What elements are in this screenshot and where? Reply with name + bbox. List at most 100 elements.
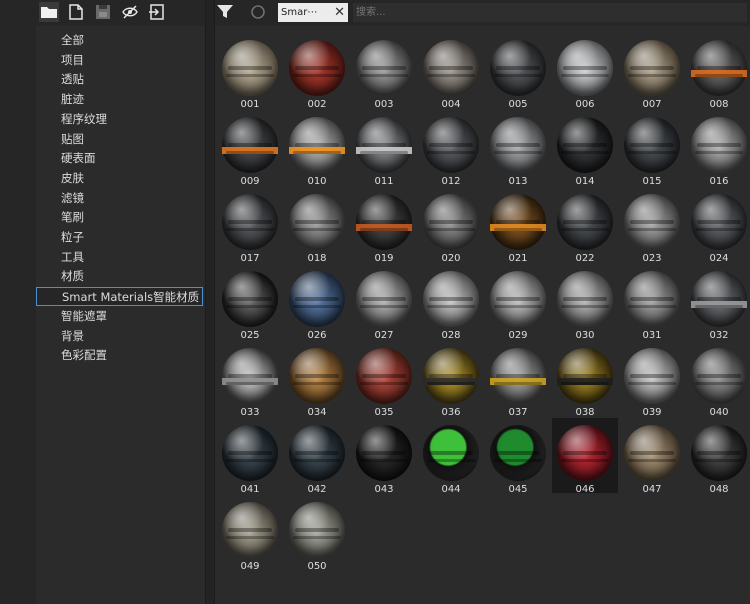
material-thumbnail[interactable]: 019 <box>351 187 417 264</box>
sidebar-category-item[interactable]: 智能遮罩 <box>36 307 203 326</box>
material-thumbnail[interactable]: 004 <box>418 33 484 110</box>
material-thumbnail[interactable]: 005 <box>485 33 551 110</box>
sidebar-category-item[interactable]: 背景 <box>36 327 203 346</box>
material-grid: 001 002 003 004 005 006 007 008 009 010 011 012 013 0… <box>215 30 750 604</box>
material-thumbnail[interactable]: 020 <box>418 187 484 264</box>
filter-icon[interactable] <box>215 2 235 22</box>
material-thumbnail[interactable]: 002 <box>284 33 350 110</box>
material-thumbnail[interactable]: 035 <box>351 341 417 418</box>
material-sphere <box>289 194 345 250</box>
sidebar-category-item[interactable]: 全部 <box>36 31 203 50</box>
sidebar-category-item[interactable]: 透贴 <box>36 70 203 89</box>
material-label: 028 <box>441 330 461 341</box>
material-thumbnail[interactable]: 036 <box>418 341 484 418</box>
material-thumbnail[interactable]: 018 <box>284 187 350 264</box>
material-thumbnail[interactable]: 046 <box>552 418 618 495</box>
material-sphere <box>490 194 546 250</box>
material-label: 035 <box>374 407 394 418</box>
sidebar-category-item[interactable]: 粒子 <box>36 228 203 247</box>
save-icon[interactable] <box>93 2 113 22</box>
material-sphere <box>423 425 479 481</box>
hide-icon[interactable] <box>120 2 140 22</box>
material-thumbnail[interactable]: 008 <box>686 33 750 110</box>
material-thumbnail[interactable]: 030 <box>552 264 618 341</box>
material-sphere <box>289 40 345 96</box>
sidebar-category-item[interactable]: 程序纹理 <box>36 110 203 129</box>
material-sphere <box>557 194 613 250</box>
material-thumbnail[interactable]: 027 <box>351 264 417 341</box>
material-label: 042 <box>307 484 327 495</box>
sidebar-category-item[interactable]: 工具 <box>36 248 203 267</box>
material-thumbnail[interactable]: 028 <box>418 264 484 341</box>
material-thumbnail[interactable]: 049 <box>217 495 283 572</box>
material-thumbnail[interactable]: 037 <box>485 341 551 418</box>
material-thumbnail[interactable]: 048 <box>686 418 750 495</box>
material-sphere <box>624 271 680 327</box>
material-thumbnail[interactable]: 007 <box>619 33 685 110</box>
sidebar-category-item[interactable]: 项目 <box>36 51 203 70</box>
material-thumbnail[interactable]: 001 <box>217 33 283 110</box>
material-label: 007 <box>642 99 662 110</box>
material-label: 008 <box>709 99 729 110</box>
sidebar-category-item[interactable]: 贴图 <box>36 130 203 149</box>
material-thumbnail[interactable]: 006 <box>552 33 618 110</box>
material-thumbnail[interactable]: 022 <box>552 187 618 264</box>
material-thumbnail[interactable]: 041 <box>217 418 283 495</box>
material-thumbnail[interactable]: 026 <box>284 264 350 341</box>
sidebar-category-item[interactable]: Smart Materials智能材质 <box>36 287 203 307</box>
filter-tag[interactable]: Smar⋯ ✕ <box>278 3 348 22</box>
material-label: 045 <box>508 484 528 495</box>
import-icon[interactable] <box>147 2 167 22</box>
material-thumbnail[interactable]: 045 <box>485 418 551 495</box>
sidebar-category-item[interactable]: 硬表面 <box>36 149 203 168</box>
material-thumbnail[interactable]: 033 <box>217 341 283 418</box>
material-thumbnail[interactable]: 032 <box>686 264 750 341</box>
material-thumbnail[interactable]: 040 <box>686 341 750 418</box>
material-thumbnail[interactable]: 029 <box>485 264 551 341</box>
material-thumbnail[interactable]: 031 <box>619 264 685 341</box>
material-thumbnail[interactable]: 024 <box>686 187 750 264</box>
material-thumbnail[interactable]: 044 <box>418 418 484 495</box>
material-stripe <box>490 378 546 385</box>
new-file-icon[interactable] <box>66 2 86 22</box>
material-sphere <box>222 502 278 558</box>
sidebar-category-item[interactable]: 笔刷 <box>36 208 203 227</box>
material-label: 022 <box>575 253 595 264</box>
material-label: 005 <box>508 99 528 110</box>
sidebar-category-item[interactable]: 皮肤 <box>36 169 203 188</box>
material-stripe <box>691 301 747 308</box>
material-label: 048 <box>709 484 729 495</box>
material-thumbnail[interactable]: 003 <box>351 33 417 110</box>
close-icon[interactable]: ✕ <box>334 3 345 22</box>
material-thumbnail[interactable]: 034 <box>284 341 350 418</box>
sidebar-category-item[interactable]: 脏迹 <box>36 90 203 109</box>
material-sphere <box>557 40 613 96</box>
sidebar-category-item[interactable]: 色彩配置 <box>36 346 203 365</box>
material-thumbnail[interactable]: 013 <box>485 110 551 187</box>
material-thumbnail[interactable]: 042 <box>284 418 350 495</box>
material-thumbnail[interactable]: 021 <box>485 187 551 264</box>
material-thumbnail[interactable]: 009 <box>217 110 283 187</box>
panel-splitter[interactable] <box>205 0 215 604</box>
material-thumbnail[interactable]: 050 <box>284 495 350 572</box>
material-thumbnail[interactable]: 010 <box>284 110 350 187</box>
search-input[interactable] <box>353 3 747 22</box>
sidebar-category-item[interactable]: 材质 <box>36 267 203 286</box>
material-thumbnail[interactable]: 012 <box>418 110 484 187</box>
material-thumbnail[interactable]: 011 <box>351 110 417 187</box>
material-thumbnail[interactable]: 047 <box>619 418 685 495</box>
material-thumbnail[interactable]: 016 <box>686 110 750 187</box>
material-thumbnail[interactable]: 025 <box>217 264 283 341</box>
material-label: 009 <box>240 176 260 187</box>
sidebar-category-item[interactable]: 滤镜 <box>36 189 203 208</box>
reset-icon[interactable] <box>248 2 268 22</box>
material-thumbnail[interactable]: 038 <box>552 341 618 418</box>
material-thumbnail[interactable]: 015 <box>619 110 685 187</box>
material-thumbnail[interactable]: 043 <box>351 418 417 495</box>
material-thumbnail[interactable]: 039 <box>619 341 685 418</box>
material-thumbnail[interactable]: 017 <box>217 187 283 264</box>
asset-topbar: Smar⋯ ✕ <box>215 0 750 26</box>
material-thumbnail[interactable]: 023 <box>619 187 685 264</box>
folder-icon[interactable] <box>39 2 59 22</box>
material-thumbnail[interactable]: 014 <box>552 110 618 187</box>
